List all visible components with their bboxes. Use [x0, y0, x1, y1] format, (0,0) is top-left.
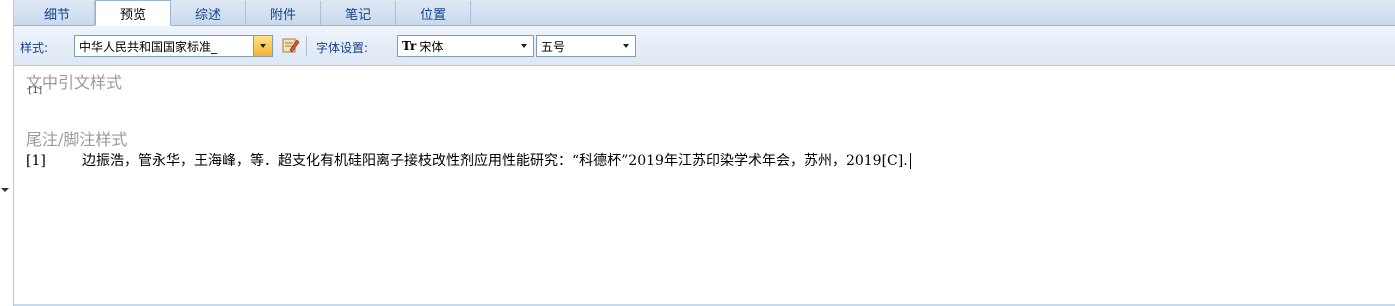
style-label: 样式: — [20, 41, 49, 55]
tab-bar: 细节 预览 综述 附件 笔记 位置 — [14, 0, 1395, 26]
toolbar: 样式: 中华人民共和国国家标准_ 字体设置: Tr 宋体 五号 — [14, 26, 1395, 66]
endnote-title: 尾注/脚注样式 — [26, 130, 128, 149]
tab-notes[interactable]: 笔记 — [321, 1, 397, 25]
chevron-down-icon — [521, 44, 527, 48]
tab-location[interactable]: 位置 — [396, 1, 472, 25]
font-size-dropdown-button[interactable] — [617, 36, 635, 56]
text-cursor — [909, 153, 911, 169]
font-select-value: 宋体 — [419, 39, 444, 54]
font-size-select[interactable]: 五号 — [536, 35, 636, 57]
collapse-arrow-icon[interactable] — [1, 188, 9, 192]
inline-citation-sample: [1] — [27, 86, 44, 96]
style-dropdown-button[interactable] — [253, 36, 272, 56]
tab-preview[interactable]: 预览 — [95, 0, 172, 26]
left-gutter — [0, 0, 14, 306]
font-type-icon: Tr — [402, 39, 417, 53]
preview-content[interactable]: 文中引文样式 [1] 尾注/脚注样式 [1] 边振浩，管永华，王海峰，等．超支化有… — [14, 66, 1395, 306]
font-dropdown-button[interactable] — [515, 36, 533, 56]
toolbar-separator — [306, 36, 307, 56]
reference-entry[interactable]: [1] 边振浩，管永华，王海峰，等．超支化有机硅阳离子接枝改性剂应用性能研究：“科… — [26, 150, 911, 170]
tab-attachments[interactable]: 附件 — [246, 1, 322, 25]
style-select[interactable]: 中华人民共和国国家标准_ — [74, 35, 273, 57]
style-edit-icon[interactable] — [280, 35, 300, 55]
chevron-down-icon — [260, 44, 266, 48]
tab-summary[interactable]: 综述 — [171, 1, 247, 25]
font-size-value: 五号 — [541, 39, 566, 54]
font-select[interactable]: Tr 宋体 — [397, 35, 534, 57]
reference-text: 边振浩，管永华，王海峰，等．超支化有机硅阳离子接枝改性剂应用性能研究：“科德杯”… — [82, 153, 908, 169]
style-select-value: 中华人民共和国国家标准_ — [79, 39, 218, 54]
reference-number: [1] — [26, 153, 46, 169]
preview-panel: 细节 预览 综述 附件 笔记 位置 样式: 中华人民共和国国家标准_ 字体设置:… — [0, 0, 1395, 306]
font-settings-label: 字体设置: — [316, 41, 369, 55]
chevron-down-icon — [623, 44, 629, 48]
tab-details[interactable]: 细节 — [20, 1, 96, 25]
